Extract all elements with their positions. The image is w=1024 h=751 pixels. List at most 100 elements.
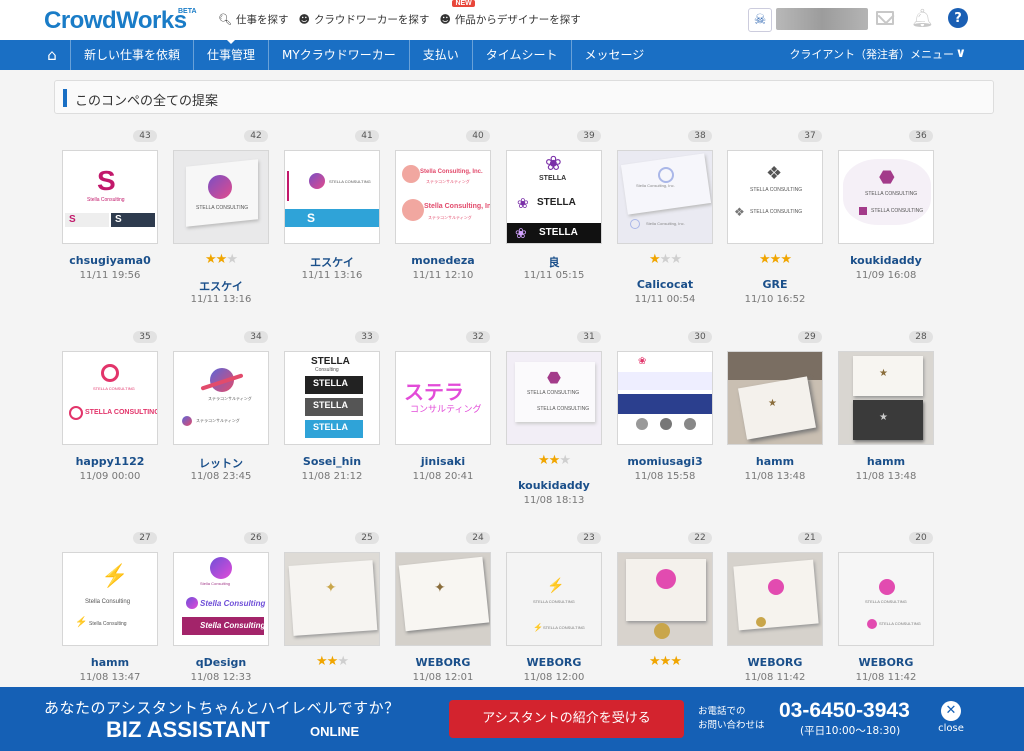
nav-payment[interactable]: 支払い [408, 40, 472, 70]
worker-name[interactable]: エスケイ [274, 254, 390, 270]
proposal-thumbnail[interactable]: STELLA CONSULTING S [284, 150, 380, 244]
proposal-thumbnail[interactable]: ★ ★ [838, 351, 934, 445]
proposal-number: 33 [355, 331, 379, 343]
proposal-thumbnail[interactable]: ステラ コンサルティング [395, 351, 491, 445]
worker-name[interactable]: monedeza [385, 254, 501, 267]
worker-name[interactable]: happy1122 [52, 455, 168, 468]
proposal-thumbnail[interactable]: ⚡ Stella Consulting ⚡ Stella Consulting [62, 552, 158, 646]
worker-name[interactable]: GRE [717, 278, 833, 291]
find-jobs-link[interactable]: 🔍︎ 仕事を探す [218, 12, 288, 27]
proposal-thumbnail[interactable]: STELLA CONSULTING [173, 150, 269, 244]
banner-close-button[interactable]: ✕ close [936, 701, 966, 734]
submitted-date: 11/08 21:12 [301, 471, 363, 482]
worker-name[interactable]: Sosei_hin [274, 455, 390, 468]
thumbnail-art: Stella Consulting, Inc. [424, 203, 491, 210]
proposal-thumbnail[interactable]: ⚡ STELLA CONSULTING ⚡ STELLA CONSULTING [506, 552, 602, 646]
thumbnail-art: ★ [879, 412, 888, 423]
proposal-thumbnail[interactable]: ✦ [284, 552, 380, 646]
worker-name[interactable]: jinisaki [385, 455, 501, 468]
proposal-thumbnail[interactable]: S Stella Consulting S S [62, 150, 158, 244]
thumbnail-art: STELLA CONSULTING [865, 191, 918, 197]
proposal-thumbnail[interactable]: ⬣ STELLA CONSULTING STELLA CONSULTING [838, 150, 934, 244]
proposal-thumbnail[interactable]: Stella Consulting, Inc. Stella Consulting… [617, 150, 713, 244]
thumbnail-art [630, 219, 640, 229]
username-redacted[interactable] [776, 8, 868, 30]
home-icon[interactable]: ⌂ [34, 46, 70, 64]
submitted-date: 11/11 12:10 [412, 270, 474, 281]
find-workers-link[interactable]: ☻ クラウドワーカーを探す [298, 12, 429, 27]
proposal-thumbnail[interactable]: Stella Consulting, Inc. ステラコンサルティング Stella… [395, 150, 491, 244]
crowdworks-logo[interactable]: CrowdWorks [44, 7, 187, 35]
worker-name[interactable]: WEBORG [828, 656, 944, 669]
find-workers-label: クラウドワーカーを探す [313, 14, 430, 26]
thumbnail-art: STELLA [313, 422, 348, 432]
proposal-thumbnail[interactable]: STELLA CONSULTING STELLA CONSULTING [62, 351, 158, 445]
worker-name[interactable]: qDesign [163, 656, 279, 669]
avatar[interactable]: ☠ [748, 8, 772, 32]
star-icon: ★ [769, 252, 782, 267]
help-icon[interactable]: ? [948, 8, 968, 28]
worker-name[interactable]: エスケイ [163, 278, 279, 294]
worker-name[interactable]: WEBORG [496, 656, 612, 669]
thumbnail-art: Stella Consulting [200, 599, 266, 608]
proposal-thumbnail[interactable]: Stella Consulting Stella Consulting Stella… [173, 552, 269, 646]
star-icon: ★ [226, 252, 238, 267]
thumbnail-art [660, 418, 672, 430]
thumbnail-art [288, 560, 378, 636]
thumbnail-art [733, 559, 819, 631]
thumbnail-art: Stella Consulting [85, 599, 131, 605]
proposal-thumbnail[interactable]: ⬣ STELLA CONSULTING STELLA CONSULTING [506, 351, 602, 445]
proposal-thumbnail[interactable] [727, 552, 823, 646]
find-designers-link[interactable]: NEW ☻ 作品からデザイナーを探す [439, 0, 581, 27]
worker-name[interactable]: hamm [52, 656, 168, 669]
thumbnail-art [853, 400, 923, 440]
proposal-thumbnail[interactable]: ❖ STELLA CONSULTING ❖ STELLA CONSULTING [727, 150, 823, 244]
nav-my-workers[interactable]: MYクラウドワーカー [268, 40, 409, 70]
proposal-thumbnail[interactable] [617, 552, 713, 646]
beta-badge: BETA [178, 8, 197, 15]
nav-messages[interactable]: メッセージ [570, 40, 658, 70]
submitted-date: 11/08 13:48 [855, 471, 917, 482]
star-icon: ★ [780, 252, 792, 267]
find-jobs-label: 仕事を探す [235, 14, 289, 26]
proposal-thumbnail[interactable]: ★ [727, 351, 823, 445]
proposal-thumbnail[interactable]: ❀ STELLA ❀ STELLA ❀ STELLA [506, 150, 602, 244]
worker-name[interactable]: koukidaddy [828, 254, 944, 267]
thumbnail-art [684, 418, 696, 430]
nav-new-job[interactable]: 新しい仕事を依頼 [70, 40, 193, 70]
proposal-thumbnail[interactable]: STELLA Consulting STELLA STELLA STELLA [284, 351, 380, 445]
proposal-thumbnail[interactable]: STELLA CONSULTING STELLA CONSULTING [838, 552, 934, 646]
nav-timesheet[interactable]: タイムシート [471, 40, 571, 70]
nav-job-management[interactable]: 仕事管理 [193, 39, 268, 70]
proposal-number: 28 [909, 331, 933, 343]
chevron-down-icon[interactable]: ∨ [955, 46, 966, 61]
worker-name[interactable]: 良 [496, 254, 612, 270]
worker-name[interactable]: WEBORG [385, 656, 501, 669]
assistant-intro-button[interactable]: アシスタントの紹介を受ける [449, 700, 684, 738]
proposal-thumbnail[interactable]: ❀ [617, 351, 713, 445]
worker-name[interactable]: momiusagi3 [607, 455, 723, 468]
worker-name[interactable]: koukidaddy [496, 479, 612, 492]
thumbnail-art: STELLA [313, 378, 348, 388]
client-menu[interactable]: クライアント（発注者）メニュー [789, 40, 954, 70]
thumbnail-art: S [307, 211, 316, 225]
worker-name[interactable]: hamm [828, 455, 944, 468]
proposal-number: 21 [798, 532, 822, 544]
worker-name[interactable]: レットン [163, 455, 279, 471]
mail-icon[interactable] [876, 11, 894, 25]
worker-name[interactable]: chsugiyama0 [52, 254, 168, 267]
worker-name[interactable]: hamm [717, 455, 833, 468]
submitted-date: 11/11 19:56 [79, 270, 141, 281]
proposal-number: 40 [466, 130, 490, 142]
rating-stars: ★★★ [173, 252, 269, 267]
star-icon: ★ [326, 654, 339, 669]
thumbnail-art: ❖ [734, 205, 745, 219]
worker-name[interactable]: WEBORG [717, 656, 833, 669]
worker-name[interactable]: Calicocat [607, 278, 723, 291]
thumbnail-art: STELLA [313, 400, 348, 410]
bell-icon[interactable]: 🔔︎ [911, 8, 934, 29]
proposal-thumbnail[interactable]: ✦ [395, 552, 491, 646]
proposal-thumbnail[interactable]: ステラコンサルティング ステラコンサルティング [173, 351, 269, 445]
submitted-date: 11/09 00:00 [79, 471, 141, 482]
thumbnail-art: ❀ [515, 225, 527, 241]
